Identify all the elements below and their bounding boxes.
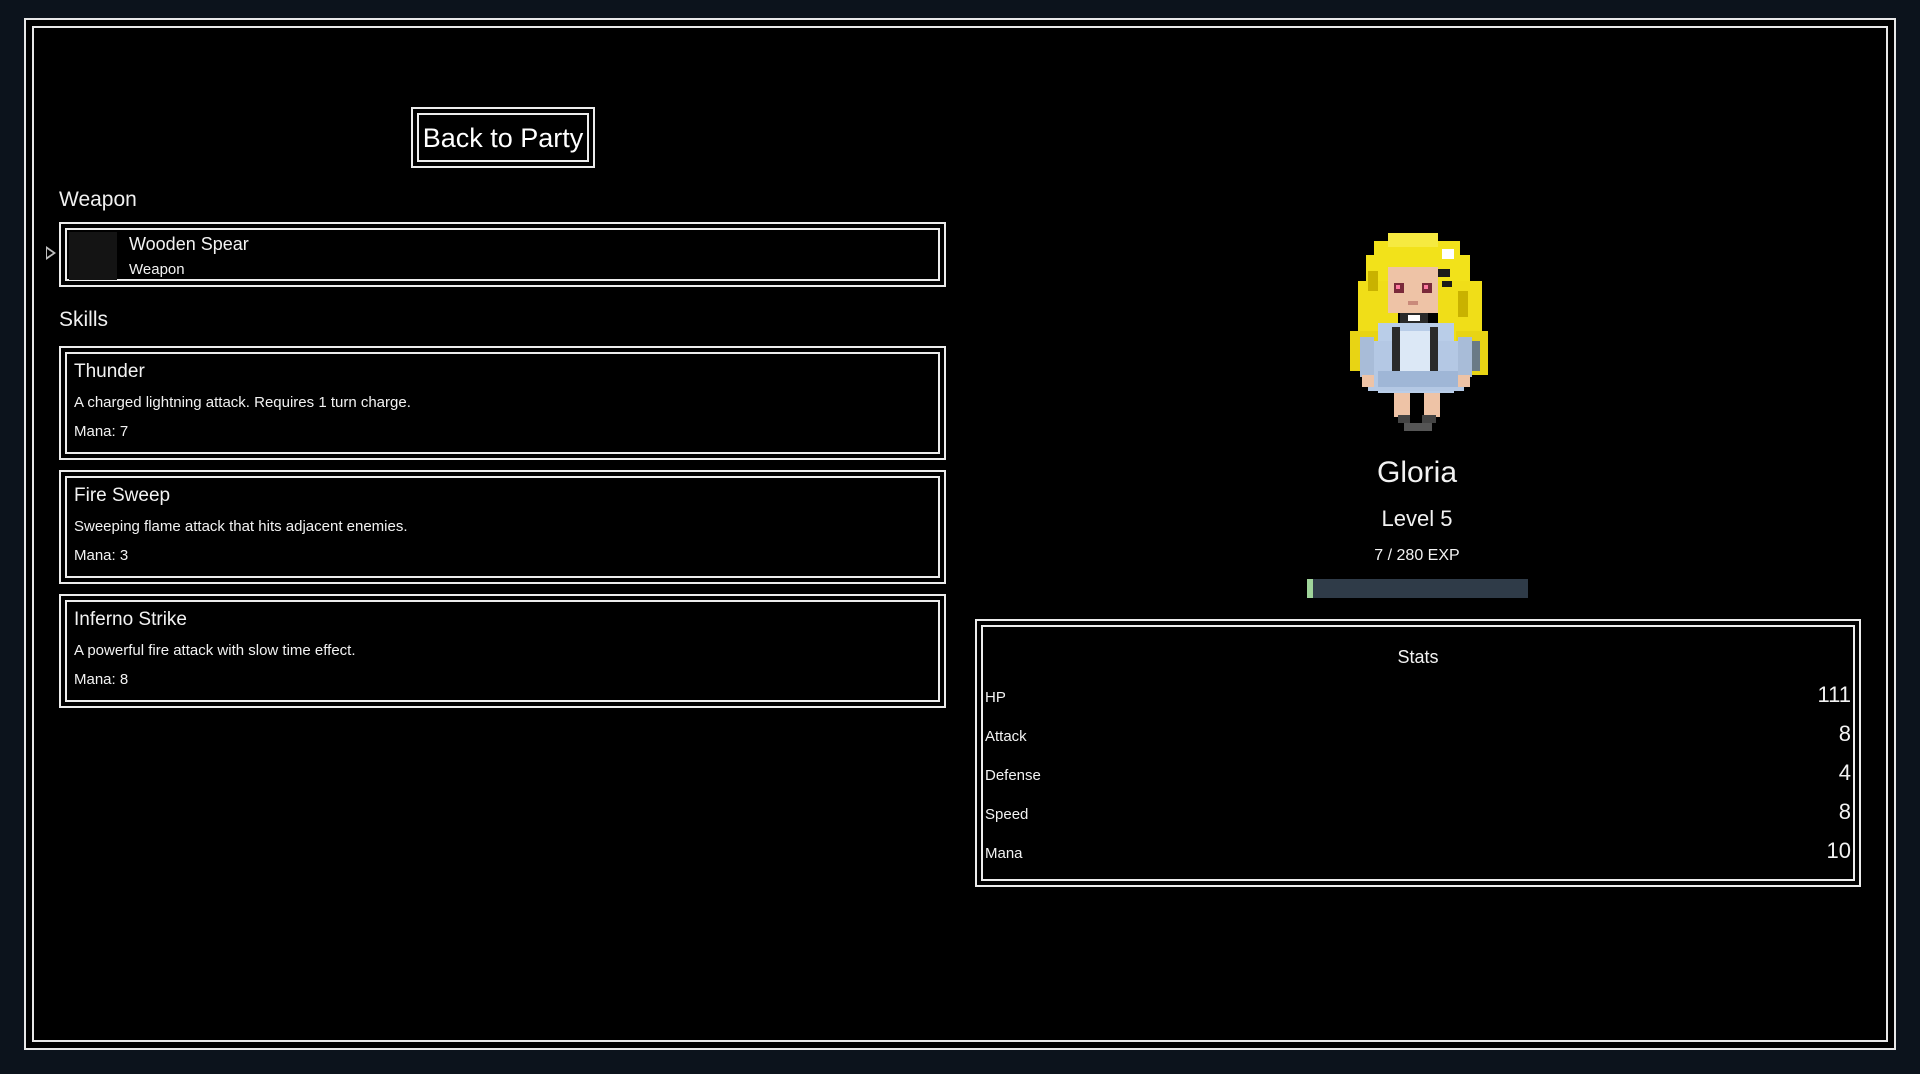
stat-value: 111 — [1817, 682, 1851, 707]
stat-label: Defense — [985, 767, 1041, 784]
stat-label: Speed — [985, 806, 1029, 823]
character-portrait-sprite — [1350, 233, 1488, 431]
back-to-party-button[interactable]: Back to Party — [411, 107, 595, 168]
selection-cursor-icon — [46, 246, 56, 260]
skill-description: A powerful fire attack with slow time ef… — [74, 642, 356, 659]
back-to-party-label: Back to Party — [422, 123, 584, 153]
skill-name: Inferno Strike — [74, 609, 187, 630]
skill-card-fire-sweep[interactable]: Fire Sweep Sweeping flame attack that hi… — [59, 470, 946, 584]
weapon-slot[interactable]: Wooden Spear Weapon — [59, 222, 946, 287]
character-level: Level 5 — [1381, 506, 1453, 531]
stat-label: Attack — [985, 728, 1027, 745]
weapon-type: Weapon — [129, 261, 185, 278]
stat-value: 8 — [1838, 721, 1851, 746]
skill-description: A charged lightning attack. Requires 1 t… — [74, 394, 411, 411]
stat-row-defense: Defense 4 — [985, 757, 1851, 789]
skill-card-inferno-strike[interactable]: Inferno Strike A powerful fire attack wi… — [59, 594, 946, 708]
skill-card-thunder[interactable]: Thunder A charged lightning attack. Requ… — [59, 346, 946, 460]
skill-description: Sweeping flame attack that hits adjacent… — [74, 518, 408, 535]
exp-progress-bar — [1307, 579, 1528, 598]
skills-section-title: Skills — [59, 308, 109, 331]
character-name: Gloria — [1376, 456, 1458, 489]
character-exp-text: 7 / 280 EXP — [1374, 547, 1460, 564]
stat-row-attack: Attack 8 — [985, 718, 1851, 750]
skill-mana-cost: Mana: 3 — [74, 547, 129, 564]
stats-panel: Stats HP 111 Attack 8 Defense 4 Speed 8 … — [975, 619, 1861, 887]
weapon-icon — [69, 232, 117, 280]
stat-label: HP — [985, 689, 1006, 706]
stat-value: 10 — [1826, 838, 1851, 863]
skill-name: Thunder — [74, 361, 145, 382]
weapon-section-title: Weapon — [59, 188, 137, 211]
exp-progress-fill — [1307, 579, 1313, 598]
weapon-name: Wooden Spear — [129, 234, 249, 254]
stat-label: Mana — [985, 845, 1023, 862]
stat-value: 8 — [1838, 799, 1851, 824]
stats-title: Stats — [1397, 647, 1439, 667]
skill-mana-cost: Mana: 8 — [74, 671, 129, 688]
stat-row-hp: HP 111 — [985, 679, 1851, 711]
stat-row-speed: Speed 8 — [985, 796, 1851, 828]
stat-value: 4 — [1838, 760, 1851, 785]
stat-row-mana: Mana 10 — [985, 835, 1851, 867]
skill-name: Fire Sweep — [74, 485, 171, 506]
skill-mana-cost: Mana: 7 — [74, 423, 129, 440]
